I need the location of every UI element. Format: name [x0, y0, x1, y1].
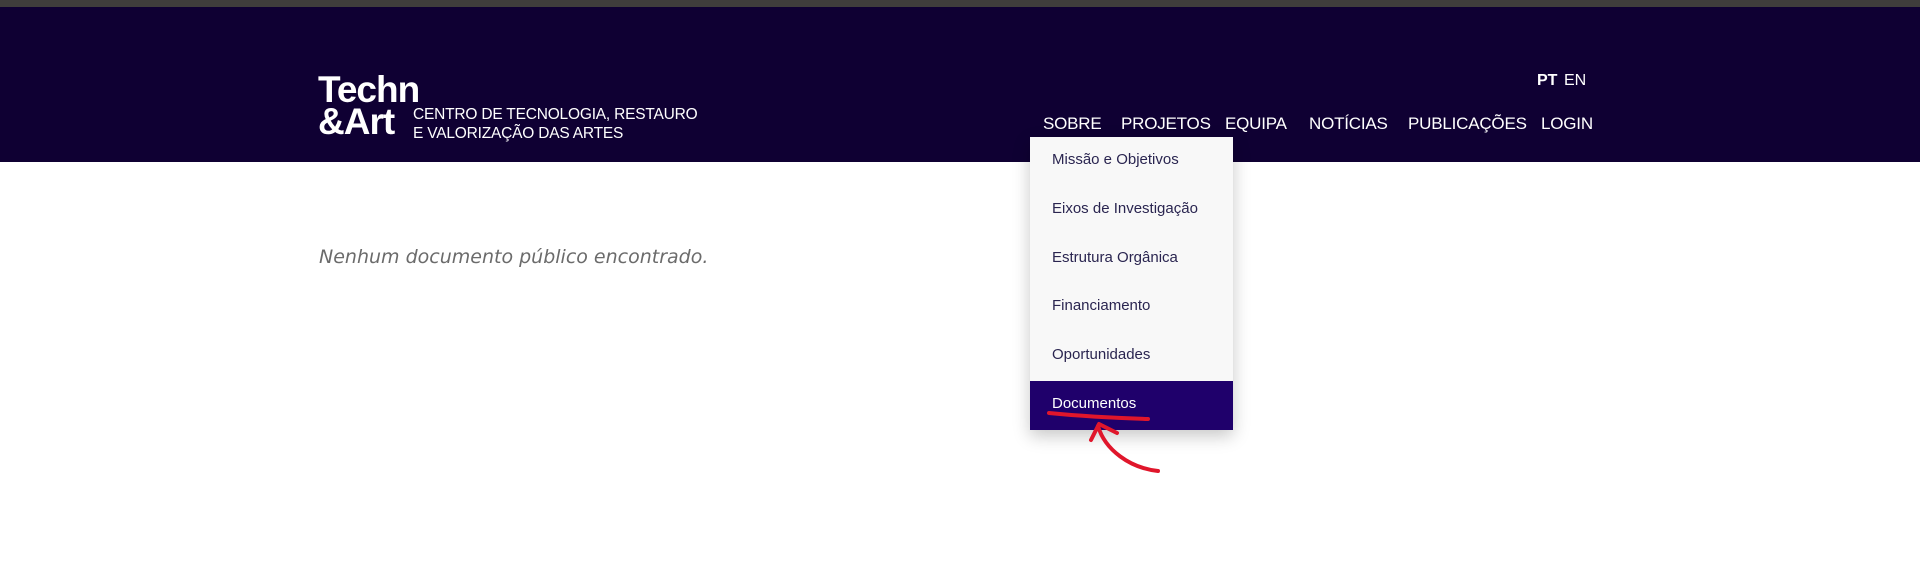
nav-projetos[interactable]: PROJETOS — [1121, 114, 1211, 134]
logo-line2: &Art — [318, 101, 395, 142]
site-header: Techn &Art CENTRO DE TECNOLOGIA, RESTAUR… — [0, 7, 1920, 162]
dropdown-item-label: Missão e Objetivos — [1052, 151, 1179, 168]
language-en[interactable]: EN — [1564, 72, 1586, 90]
dropdown-item-label: Eixos de Investigação — [1052, 200, 1198, 217]
dropdown-item-label: Estrutura Orgânica — [1052, 249, 1178, 266]
dropdown-item-label: Documentos — [1052, 395, 1137, 412]
dropdown-item-estrutura-organica[interactable]: Estrutura Orgânica — [1030, 235, 1233, 284]
logo-subtitle: CENTRO DE TECNOLOGIA, RESTAURO E VALORIZ… — [413, 105, 698, 143]
nav-publicacoes[interactable]: PUBLICAÇÕES — [1408, 114, 1527, 134]
dropdown-item-oportunidades[interactable]: Oportunidades — [1030, 332, 1233, 381]
dropdown-item-financiamento[interactable]: Financiamento — [1030, 283, 1233, 332]
logo-subtitle-line2: E VALORIZAÇÃO DAS ARTES — [413, 125, 624, 142]
sobre-dropdown-menu: Missão e Objetivos Eixos de Investigação… — [1030, 137, 1233, 430]
empty-documents-message: Nenhum documento público encontrado. — [319, 246, 709, 268]
browser-top-strip — [0, 0, 1920, 7]
dropdown-item-missao-objetivos[interactable]: Missão e Objetivos — [1030, 137, 1233, 186]
nav-equipa[interactable]: EQUIPA — [1225, 114, 1287, 134]
dropdown-item-label: Financiamento — [1052, 297, 1151, 314]
nav-sobre[interactable]: SOBRE — [1043, 114, 1102, 134]
dropdown-item-documentos[interactable]: Documentos — [1030, 381, 1233, 430]
logo-subtitle-line1: CENTRO DE TECNOLOGIA, RESTAURO — [413, 106, 698, 123]
dropdown-item-eixos-investigacao[interactable]: Eixos de Investigação — [1030, 186, 1233, 235]
arrow-curve-stroke — [1096, 424, 1160, 473]
dropdown-item-label: Oportunidades — [1052, 346, 1151, 363]
nav-noticias[interactable]: NOTÍCIAS — [1309, 114, 1388, 134]
nav-login[interactable]: LOGIN — [1541, 114, 1593, 134]
language-pt[interactable]: PT — [1537, 72, 1557, 90]
